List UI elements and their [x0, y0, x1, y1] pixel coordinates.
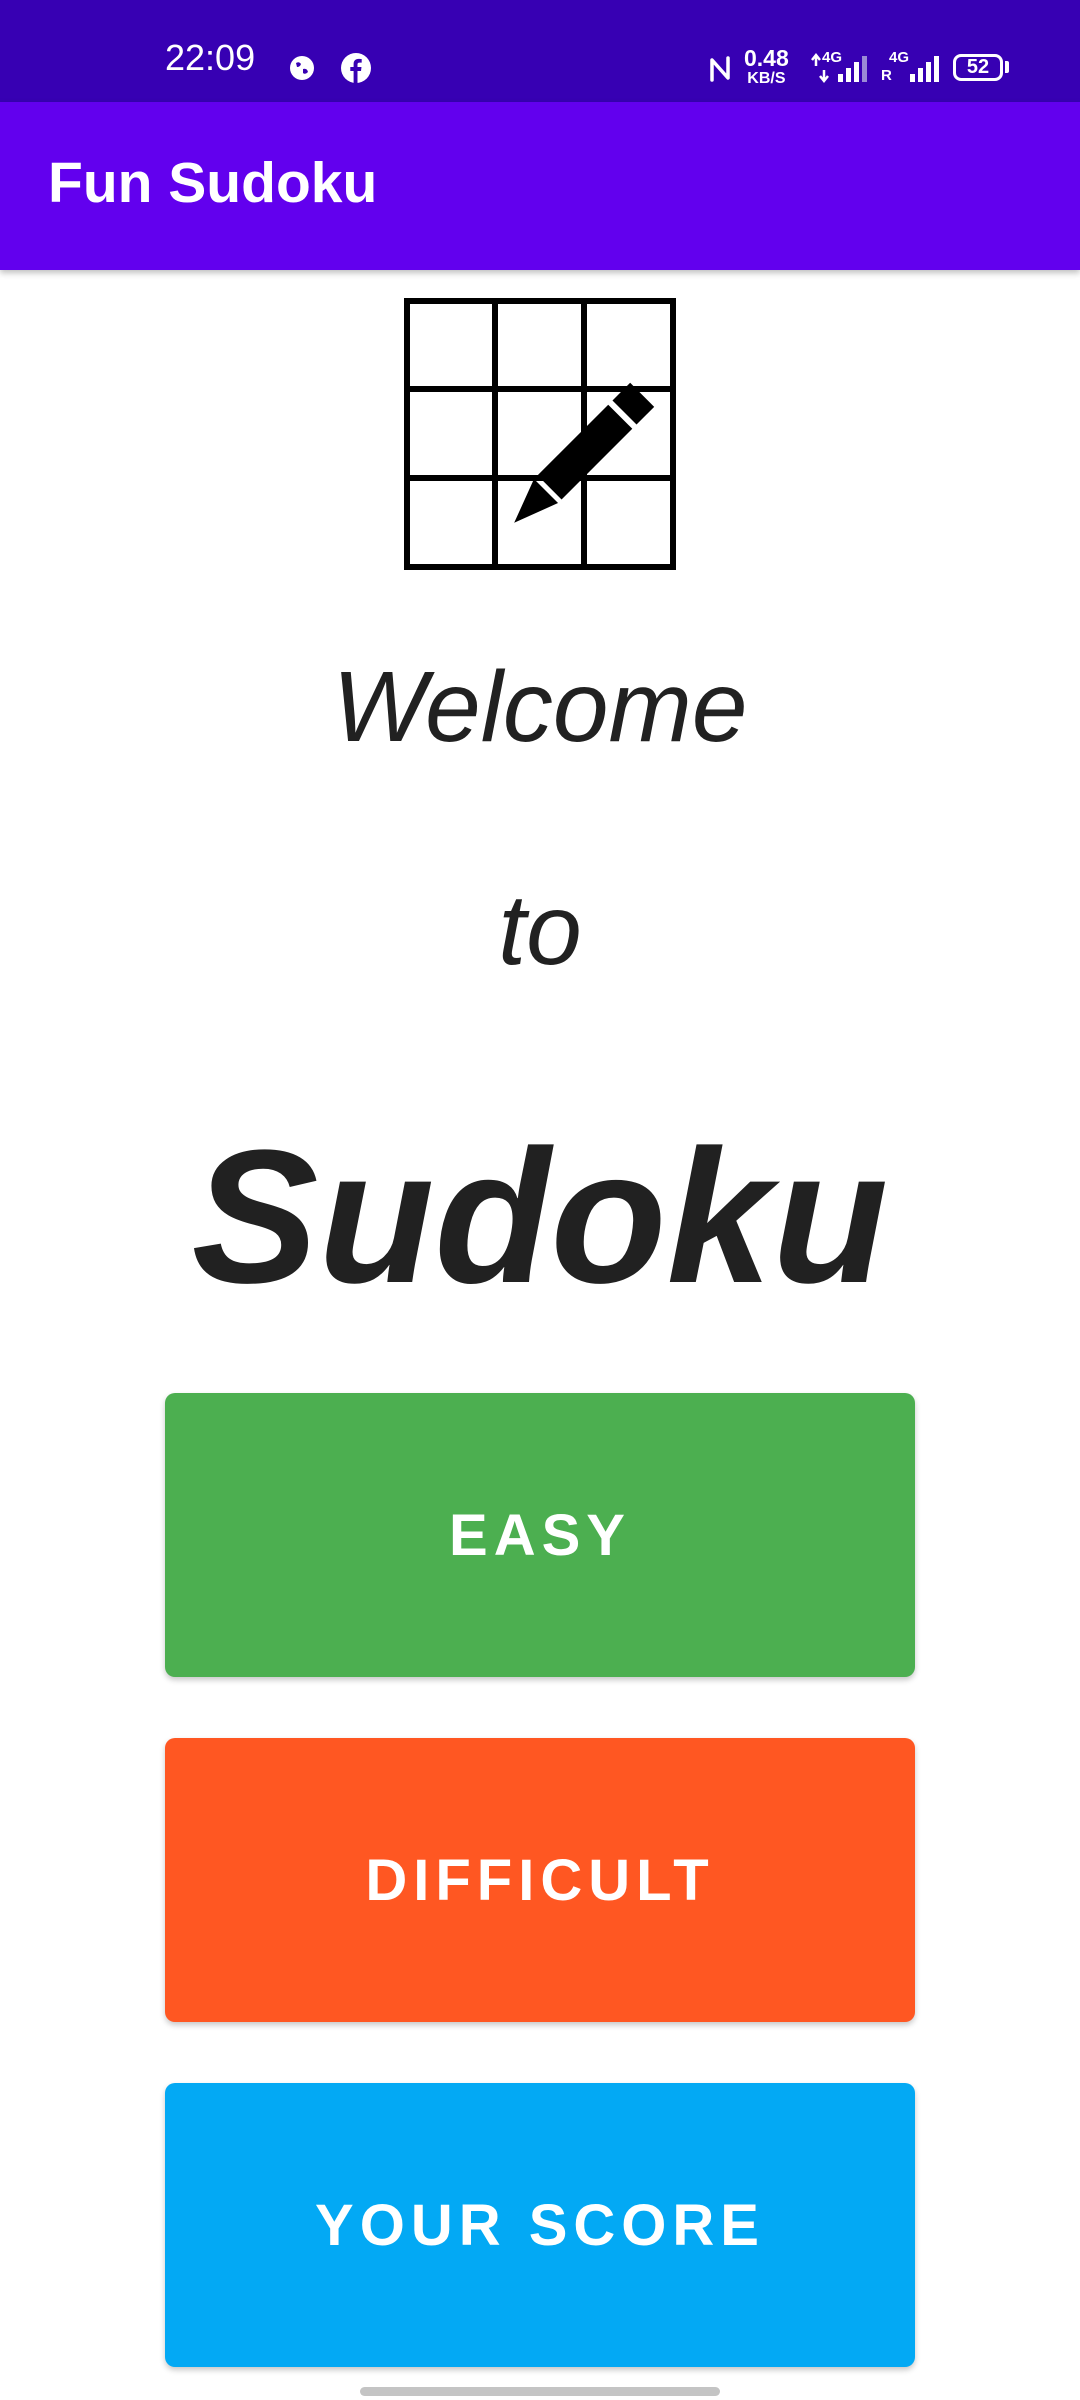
network-speed: 0.48 KB/S: [744, 47, 789, 87]
your-score-button[interactable]: YOUR SCORE: [165, 2083, 915, 2367]
sudoku-title: Sudoku: [191, 1111, 889, 1323]
status-bar: 22:09 0.48 KB/S 4G 4G R 52: [0, 0, 1080, 102]
battery-level: 52: [966, 56, 990, 78]
gesture-nav-handle[interactable]: [360, 2387, 720, 2396]
battery-icon: 52: [953, 54, 1003, 81]
signal-sim2-icon: [910, 56, 939, 82]
welcome-to-text: to: [498, 874, 582, 986]
signal-sim1-icon: [811, 52, 867, 84]
nfc-icon: [710, 56, 730, 82]
app-bar: Fun Sudoku: [0, 102, 1080, 270]
facebook-icon: [341, 53, 371, 83]
easy-button[interactable]: EASY: [165, 1393, 915, 1677]
difficult-button-label: DIFFICULT: [365, 1847, 715, 1913]
network-speed-value: 0.48: [744, 45, 789, 71]
network-speed-unit: KB/S: [747, 70, 786, 87]
your-score-button-label: YOUR SCORE: [315, 2192, 765, 2258]
app-title: Fun Sudoku: [48, 151, 378, 215]
vpn-globe-icon: [290, 56, 314, 80]
sim2-roaming-tag: R: [881, 67, 892, 84]
difficult-button[interactable]: DIFFICULT: [165, 1738, 915, 2022]
status-time: 22:09: [165, 37, 256, 78]
easy-button-label: EASY: [449, 1502, 631, 1568]
sudoku-grid-pencil-icon: [404, 298, 676, 570]
welcome-heading: Welcome: [332, 651, 748, 763]
battery-tip: [1005, 61, 1009, 73]
